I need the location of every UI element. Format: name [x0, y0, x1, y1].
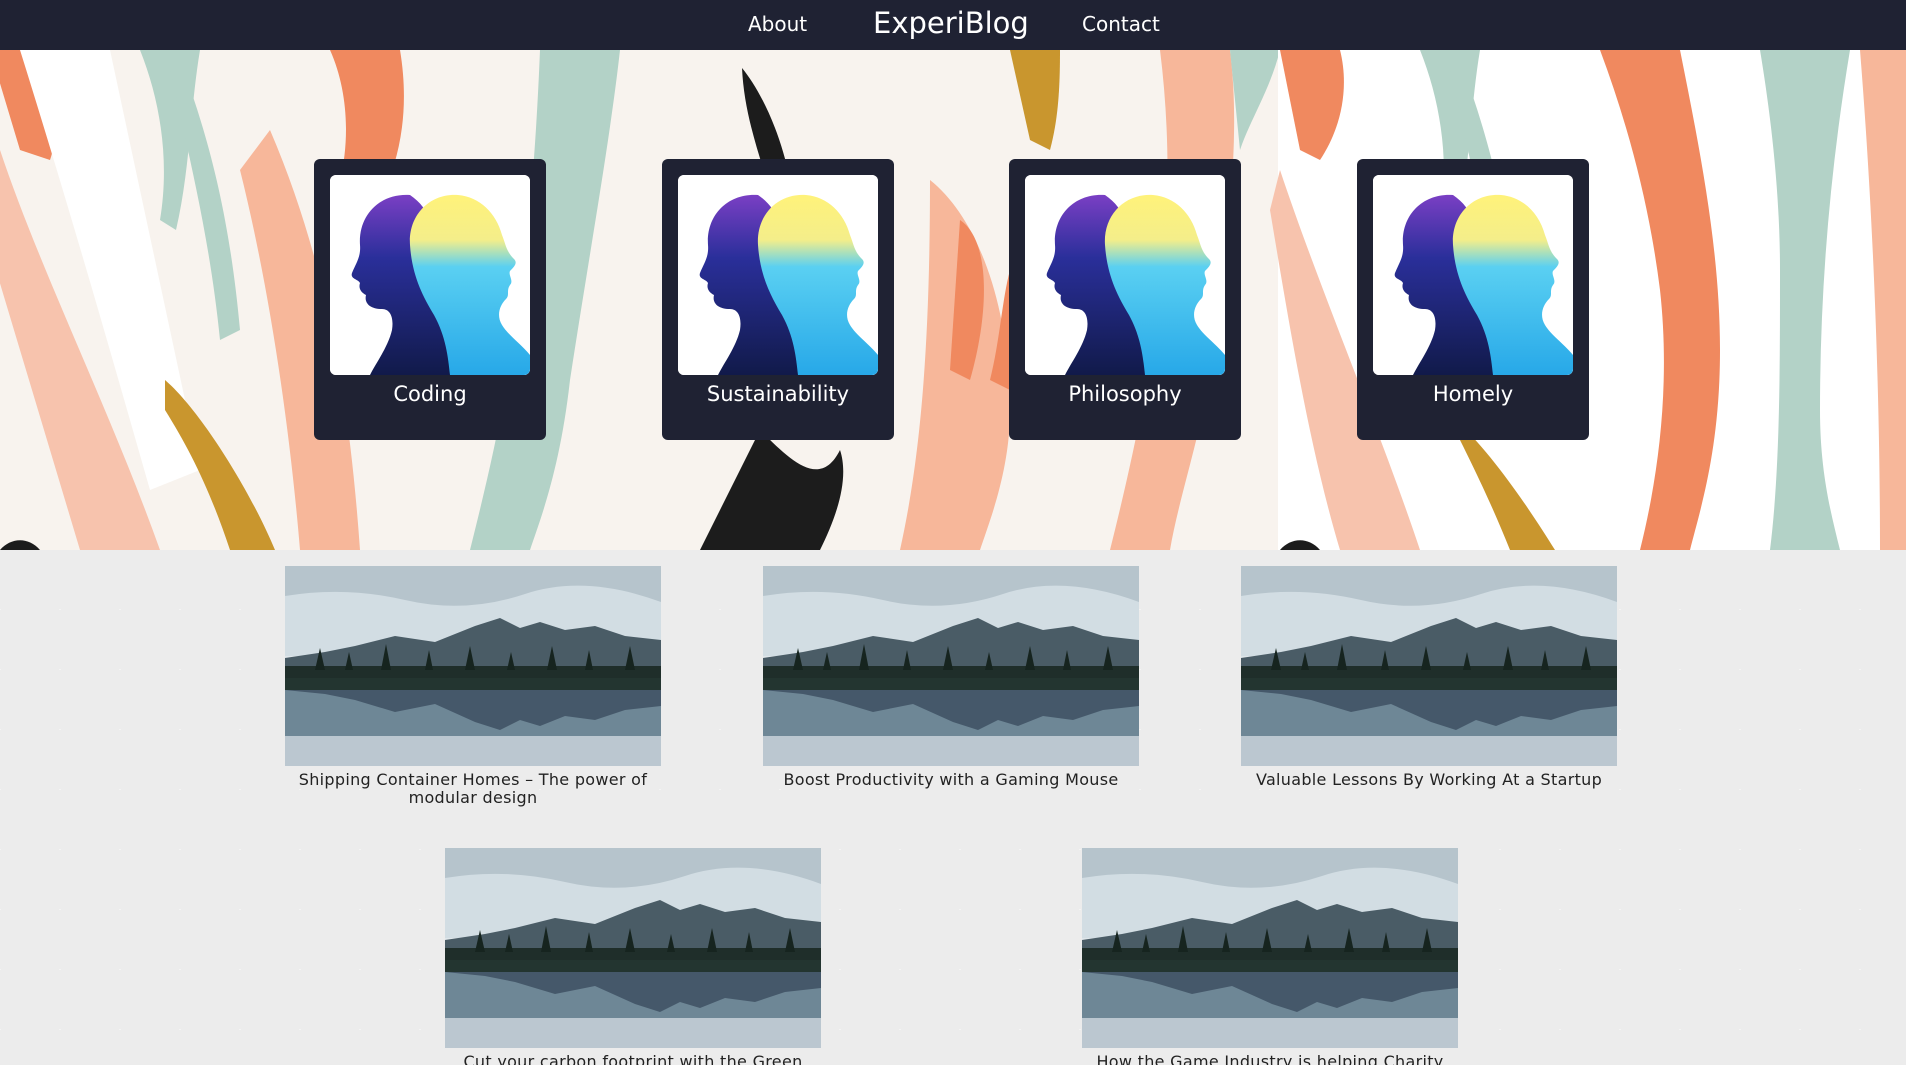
category-card-sustainability[interactable]: Sustainability [662, 159, 894, 440]
post-card[interactable]: Boost Productivity with a Gaming Mouse [763, 566, 1139, 789]
mountain-lake-image[interactable] [445, 848, 821, 1048]
mountain-lake-image[interactable] [285, 566, 661, 766]
nav-about-link[interactable]: About [748, 12, 807, 36]
mountain-lake-image[interactable] [1241, 566, 1617, 766]
two-heads-watercolor-image [1373, 175, 1573, 375]
post-card[interactable]: How the Game Industry is helping Charity [1082, 848, 1458, 1065]
post-grid: Shipping Container Homes – The power of … [0, 550, 1906, 1065]
category-label: Coding [393, 382, 467, 406]
post-title[interactable]: Shipping Container Homes – The power of … [285, 771, 661, 807]
two-heads-watercolor-image [330, 175, 530, 375]
category-label: Homely [1432, 382, 1514, 406]
post-card[interactable]: Shipping Container Homes – The power of … [285, 566, 661, 807]
post-title[interactable]: Cut your carbon footprint with the Green [445, 1053, 821, 1065]
two-heads-watercolor-image [678, 175, 878, 375]
post-card[interactable]: Cut your carbon footprint with the Green [445, 848, 821, 1065]
mountain-lake-image[interactable] [1082, 848, 1458, 1048]
post-title[interactable]: Valuable Lessons By Working At a Startup [1241, 771, 1617, 789]
brand-logo[interactable]: ExperiBlog [873, 6, 1029, 40]
post-title[interactable]: Boost Productivity with a Gaming Mouse [763, 771, 1139, 789]
category-card-coding[interactable]: Coding [314, 159, 546, 440]
two-heads-watercolor-image [1025, 175, 1225, 375]
category-label: Sustainability [706, 382, 850, 406]
hero-banner: Coding Sustainability Philosophy Homely [0, 50, 1906, 550]
nav-contact-link[interactable]: Contact [1082, 12, 1160, 36]
category-card-homely[interactable]: Homely [1357, 159, 1589, 440]
category-label: Philosophy [1068, 382, 1182, 406]
category-card-philosophy[interactable]: Philosophy [1009, 159, 1241, 440]
post-title[interactable]: How the Game Industry is helping Charity [1082, 1053, 1458, 1065]
mountain-lake-image[interactable] [763, 566, 1139, 766]
category-cards: Coding Sustainability Philosophy Homely [0, 50, 1906, 550]
post-card[interactable]: Valuable Lessons By Working At a Startup [1241, 566, 1617, 789]
top-nav: About ExperiBlog Contact [0, 0, 1906, 50]
